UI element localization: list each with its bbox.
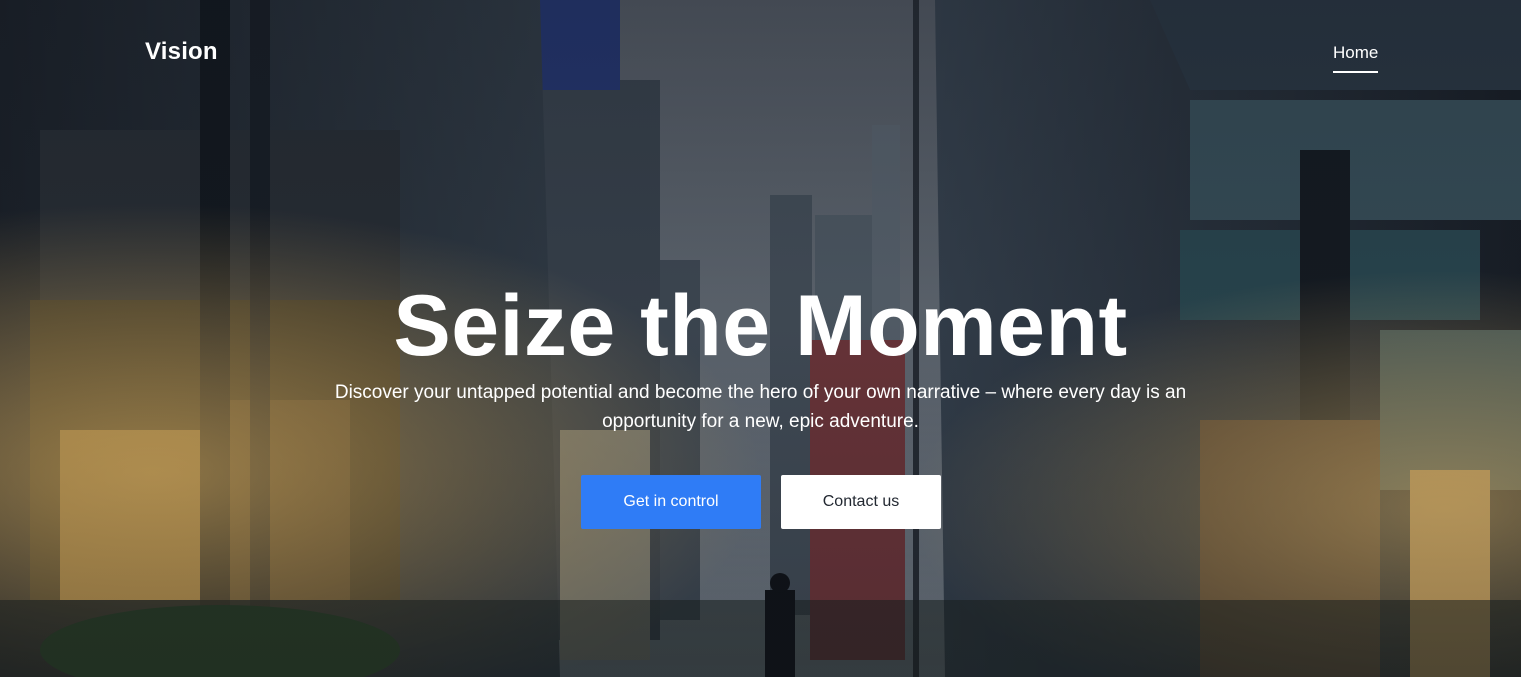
contact-us-button[interactable]: Contact us xyxy=(781,475,941,529)
hero-actions: Get in control Contact us xyxy=(581,475,941,529)
brand-logo-link[interactable]: Vision xyxy=(145,38,218,66)
hero-section: Vision Home Seize the Moment Discover yo… xyxy=(0,0,1521,677)
hero-content: Seize the Moment Discover your untapped … xyxy=(0,276,1521,436)
nav-link-home[interactable]: Home xyxy=(1333,43,1379,73)
get-in-control-button[interactable]: Get in control xyxy=(581,475,761,529)
hero-subtitle: Discover your untapped potential and bec… xyxy=(334,382,1187,432)
hero-title: Seize the Moment xyxy=(393,278,1128,374)
top-navbar: Vision Home xyxy=(0,0,1521,106)
